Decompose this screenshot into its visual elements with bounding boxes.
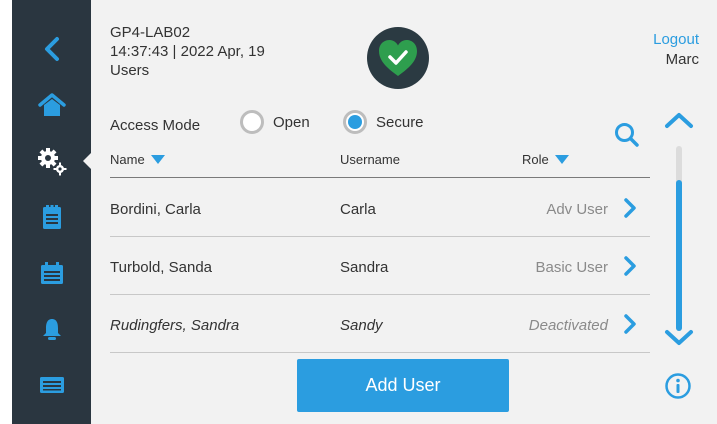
chevron-right-icon <box>624 198 636 218</box>
scrollbar-thumb[interactable] <box>676 180 682 331</box>
status-badge <box>367 27 429 89</box>
sidebar-item-settings[interactable] <box>12 133 91 189</box>
sidebar <box>12 0 91 424</box>
scroll-down-button[interactable] <box>663 328 695 353</box>
user-username: Sandra <box>340 259 389 276</box>
sidebar-item-calendar[interactable] <box>12 245 91 301</box>
bell-icon <box>42 319 61 340</box>
search-button[interactable] <box>614 122 640 153</box>
table-row[interactable]: Turbold, Sanda Sandra Basic User <box>110 237 650 295</box>
user-fullname: Rudingfers, Sandra <box>110 317 240 334</box>
column-header-name[interactable]: Name <box>110 152 165 167</box>
radio-circle <box>343 110 367 134</box>
current-user: Marc <box>665 51 699 68</box>
user-role: Adv User <box>546 201 608 218</box>
chevron-right-icon <box>624 314 636 334</box>
user-role: Deactivated <box>528 317 608 334</box>
home-icon <box>37 93 66 116</box>
row-divider <box>110 352 650 353</box>
header-info: GP4-LAB02 14:37:43 | 2022 Apr, 19 Users <box>110 23 265 80</box>
back-button[interactable] <box>12 21 91 77</box>
info-button[interactable] <box>664 372 692 405</box>
scrollbar-track[interactable] <box>676 146 682 331</box>
user-role: Basic User <box>535 259 608 276</box>
column-label: Role <box>522 152 549 167</box>
user-username: Carla <box>340 201 376 218</box>
radio-label: Open <box>273 113 310 131</box>
radio-label: Secure <box>376 113 424 131</box>
back-chevron-icon <box>44 37 59 61</box>
chevron-right-icon <box>624 256 636 276</box>
access-mode-open-radio[interactable]: Open <box>240 110 310 134</box>
sidebar-item-console[interactable] <box>12 357 91 413</box>
column-header-role[interactable]: Role <box>522 152 569 167</box>
sidebar-item-home[interactable] <box>12 77 91 133</box>
chevron-up-icon <box>665 113 693 128</box>
terminal-screen-icon <box>39 377 64 393</box>
calendar-icon <box>40 262 63 284</box>
scroll-up-button[interactable] <box>663 110 695 135</box>
settings-gears-icon <box>37 148 66 176</box>
info-icon <box>665 373 691 399</box>
clipboard-icon <box>42 205 61 229</box>
table-row[interactable]: Bordini, Carla Carla Adv User <box>110 179 650 237</box>
chevron-down-icon <box>665 330 693 345</box>
page-title: Users <box>110 62 150 79</box>
radio-circle <box>240 110 264 134</box>
column-label: Name <box>110 152 145 167</box>
table-row[interactable]: Rudingfers, Sandra Sandy Deactivated <box>110 295 650 353</box>
datetime: 14:37:43 | 2022 Apr, 19 <box>110 43 265 60</box>
access-mode-label: Access Mode <box>110 117 201 134</box>
logout-link[interactable]: Logout <box>653 31 699 48</box>
access-mode-secure-radio[interactable]: Secure <box>343 110 424 134</box>
user-fullname: Bordini, Carla <box>110 201 201 218</box>
column-label: Username <box>340 152 400 167</box>
sidebar-item-alarms[interactable] <box>12 301 91 357</box>
sidebar-item-tasks[interactable] <box>12 189 91 245</box>
device-name: GP4-LAB02 <box>110 24 191 41</box>
user-username: Sandy <box>340 317 383 334</box>
column-header-username: Username <box>340 152 400 167</box>
sort-down-icon <box>554 155 569 164</box>
add-user-button[interactable]: Add User <box>297 359 509 412</box>
sort-down-icon <box>150 155 165 164</box>
heart-check-icon <box>379 40 417 76</box>
search-icon <box>615 123 639 147</box>
user-fullname: Turbold, Sanda <box>110 259 213 276</box>
active-indicator <box>83 153 91 169</box>
header-divider <box>110 177 650 178</box>
